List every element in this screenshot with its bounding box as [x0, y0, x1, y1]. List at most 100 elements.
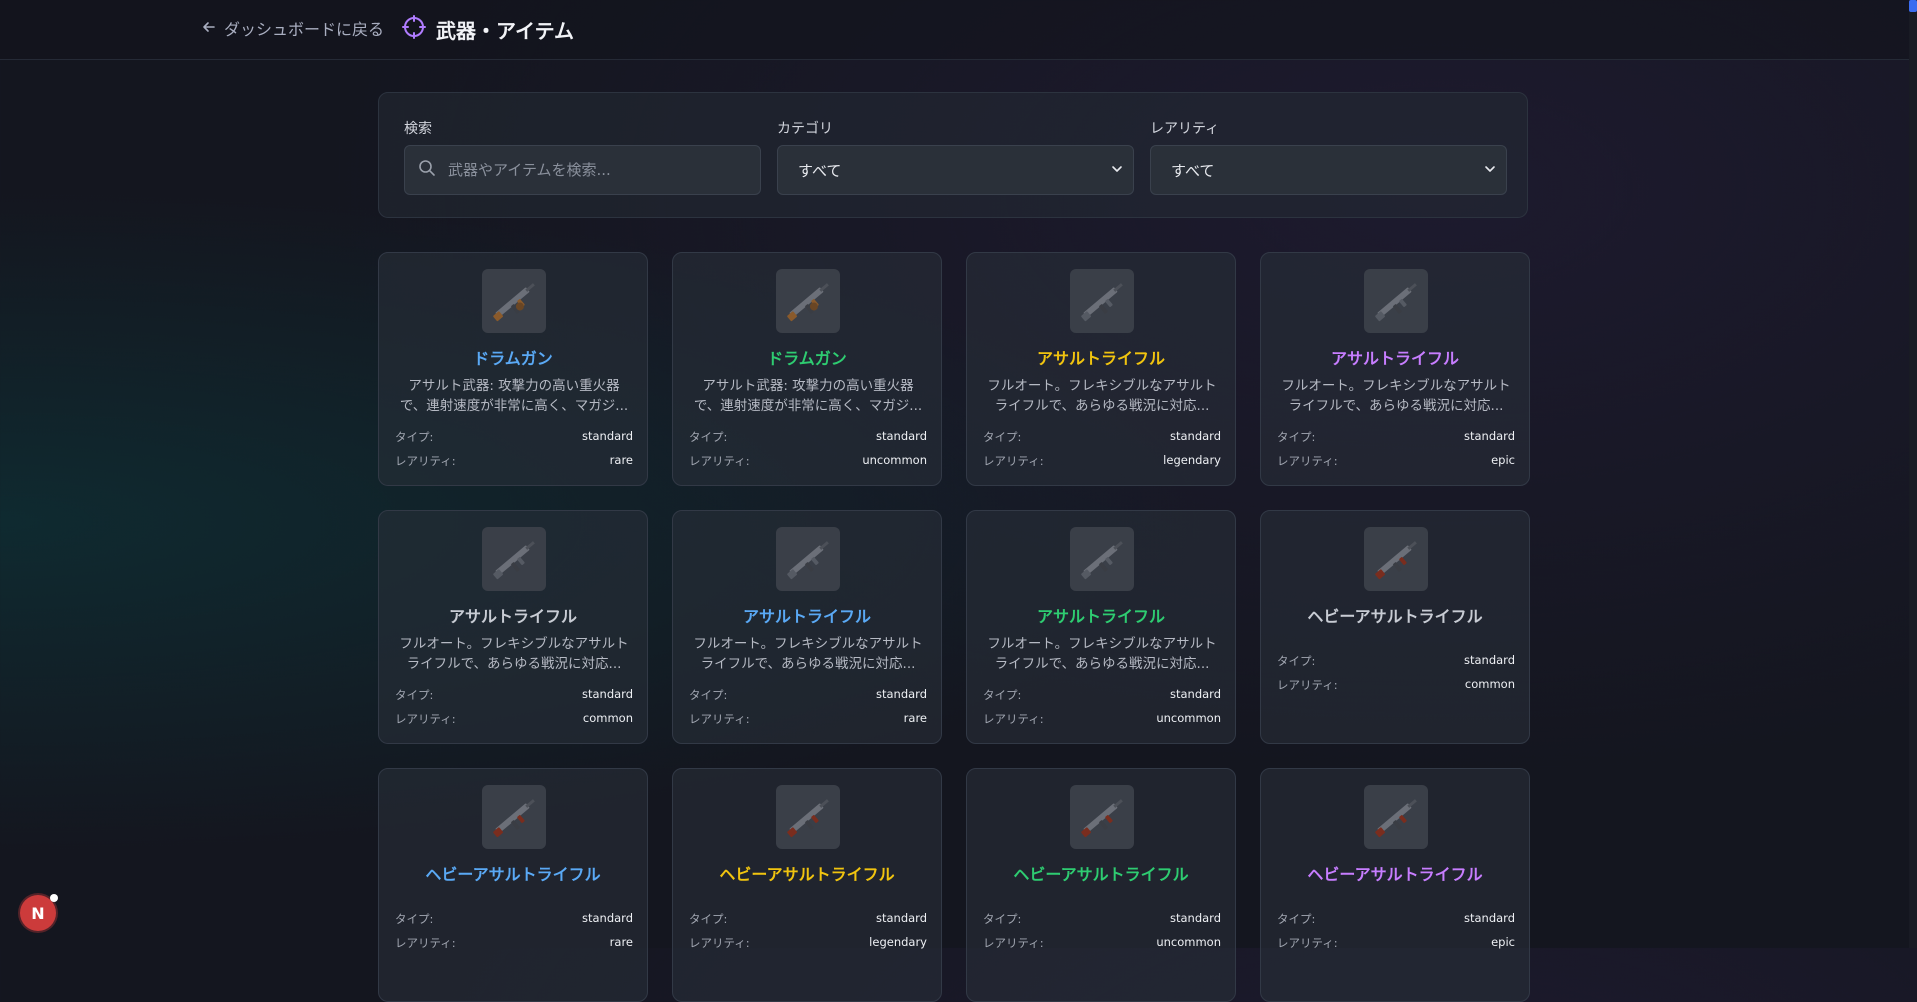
rarity-row: レアリティ: rare — [689, 711, 927, 727]
type-value: standard — [1463, 911, 1515, 925]
item-thumbnail — [482, 269, 546, 333]
assault-rifle-icon — [1070, 541, 1134, 595]
search-label: 検索 — [404, 121, 432, 137]
rarity-label: レアリティ: — [983, 712, 1044, 726]
type-label: タイプ: — [983, 912, 1022, 926]
item-card[interactable]: ヘビーアサルトライフル タイプ: standard レアリティ: rare — [378, 768, 648, 1002]
rarity-label: レアリティ: — [1277, 936, 1338, 950]
type-row: タイプ: standard — [395, 687, 633, 703]
item-name: ヘビーアサルトライフル — [1307, 607, 1483, 626]
type-value: standard — [875, 911, 927, 925]
type-label: タイプ: — [689, 688, 728, 702]
rarity-value: epic — [1491, 935, 1515, 949]
search-field[interactable] — [404, 145, 761, 195]
type-label: タイプ: — [395, 912, 434, 926]
rarity-label: レアリティ: — [689, 936, 750, 950]
rarity-row: レアリティ: uncommon — [689, 453, 927, 469]
chevron-down-icon — [1484, 161, 1496, 179]
arrow-left-icon — [202, 19, 216, 38]
search-input[interactable] — [446, 160, 740, 180]
rarity-label: レアリティ: — [1277, 678, 1338, 692]
chevron-down-icon — [1111, 161, 1123, 179]
item-thumbnail — [1070, 527, 1134, 591]
item-name: ドラムガン — [473, 349, 553, 368]
item-card[interactable]: アサルトライフル フルオート。フレキシブルなアサルトライフルで、あらゆる戦況に対応… — [378, 510, 648, 744]
rarity-label: レアリティ: — [395, 936, 456, 950]
item-card[interactable]: ヘビーアサルトライフル タイプ: standard レアリティ: uncommon — [966, 768, 1236, 1002]
rarity-row: レアリティ: rare — [395, 935, 633, 951]
item-card[interactable]: アサルトライフル フルオート。フレキシブルなアサルトライフルで、あらゆる戦況に対応… — [672, 510, 942, 744]
assault-rifle-icon — [482, 541, 546, 595]
item-description: アサルト武器: 攻撃力の高い重火器で、連射速度が非常に高く、マガジ... — [399, 378, 629, 414]
rarity-value: common — [1464, 677, 1515, 691]
crosshair-icon — [402, 14, 426, 44]
item-description: アサルト武器: 攻撃力の高い重火器で、連射速度が非常に高く、マガジ... — [693, 378, 923, 414]
type-value: standard — [1169, 687, 1221, 701]
type-label: タイプ: — [1277, 430, 1316, 444]
item-thumbnail — [1364, 269, 1428, 333]
rarity-value: uncommon — [1156, 935, 1221, 949]
item-description: フルオート。フレキシブルなアサルトライフルで、あらゆる戦況に対応... — [693, 636, 923, 672]
type-label: タイプ: — [1277, 654, 1316, 668]
item-thumbnail — [482, 785, 546, 849]
rarity-row: レアリティ: common — [395, 711, 633, 727]
item-card[interactable]: ヘビーアサルトライフルタイプ: standard レアリティ: legendary — [672, 768, 942, 1002]
type-value: standard — [875, 429, 927, 443]
item-name: ヘビーアサルトライフル — [719, 865, 895, 884]
item-name: ヘビーアサルトライフル — [1013, 865, 1189, 884]
item-description: フルオート。フレキシブルなアサルトライフルで、あらゆる戦況に対応... — [987, 636, 1217, 672]
type-row: タイプ: standard — [1277, 911, 1515, 927]
rarity-value: rare — [609, 453, 633, 467]
drum-gun-icon — [776, 283, 840, 337]
item-card[interactable]: ドラムガンアサルト武器: 攻撃力の高い重火器で、連射速度が非常に高く、マガジ..… — [672, 252, 942, 486]
rarity-label: レアリティ — [1150, 121, 1220, 137]
rarity-row: レアリティ: legendary — [689, 935, 927, 951]
type-label: タイプ: — [689, 430, 728, 444]
item-name: アサルトライフル — [1036, 349, 1165, 368]
type-value: standard — [875, 687, 927, 701]
item-card[interactable]: ヘビーアサルトライフルタイプ: standard レアリティ: common — [1260, 510, 1530, 744]
rarity-row: レアリティ: common — [1277, 677, 1515, 693]
type-row: タイプ: standard — [689, 429, 927, 445]
heavy-assault-rifle-icon — [776, 799, 840, 853]
item-name: ヘビーアサルトライフル — [1307, 865, 1483, 884]
type-label: タイプ: — [983, 430, 1022, 444]
category-select[interactable]: すべて — [777, 145, 1134, 195]
item-card[interactable]: アサルトライフル フルオート。フレキシブルなアサルトライフルで、あらゆる戦況に対応… — [966, 510, 1236, 744]
item-card[interactable]: ヘビーアサルトライフルタイプ: standard レアリティ: epic — [1260, 768, 1530, 1002]
back-link-label: ダッシュボードに戻る — [224, 20, 385, 39]
scrollbar[interactable] — [1909, 0, 1917, 948]
item-description: フルオート。フレキシブルなアサルトライフルで、あらゆる戦況に対応... — [399, 636, 629, 672]
type-row: タイプ: standard — [983, 687, 1221, 703]
type-label: タイプ: — [395, 688, 434, 702]
category-label: カテゴリ — [777, 121, 833, 137]
item-card[interactable]: アサルトライフル フルオート。フレキシブルなアサルトライフルで、あらゆる戦況に対応… — [966, 252, 1236, 486]
heavy-assault-rifle-icon — [1070, 799, 1134, 853]
rarity-row: レアリティ: uncommon — [983, 711, 1221, 727]
rarity-select[interactable]: すべて — [1150, 145, 1507, 195]
type-row: タイプ: standard — [689, 911, 927, 927]
type-label: タイプ: — [689, 912, 728, 926]
item-thumbnail — [482, 527, 546, 591]
item-card[interactable]: アサルトライフル フルオート。フレキシブルなアサルトライフルで、あらゆる戦況に対応… — [1260, 252, 1530, 486]
item-name: ドラムガン — [767, 349, 847, 368]
type-row: タイプ: standard — [983, 911, 1221, 927]
heavy-assault-rifle-icon — [1364, 541, 1428, 595]
rarity-value: legendary — [1163, 453, 1221, 467]
type-row: タイプ: standard — [1277, 653, 1515, 669]
type-value: standard — [1169, 429, 1221, 443]
notification-dot — [50, 894, 58, 902]
type-row: タイプ: standard — [983, 429, 1221, 445]
type-row: タイプ: standard — [1277, 429, 1515, 445]
dev-tools-badge[interactable]: N — [20, 894, 58, 931]
type-value: standard — [581, 429, 633, 443]
item-card[interactable]: ドラムガンアサルト武器: 攻撃力の高い重火器で、連射速度が非常に高く、マガジ..… — [378, 252, 648, 486]
rarity-row: レアリティ: legendary — [983, 453, 1221, 469]
rarity-label: レアリティ: — [689, 454, 750, 468]
rarity-value: rare — [903, 711, 927, 725]
type-label: タイプ: — [1277, 912, 1316, 926]
item-name: アサルトライフル — [1330, 349, 1459, 368]
back-to-dashboard-link[interactable]: ダッシュボードに戻る — [202, 17, 384, 39]
scrollbar-thumb[interactable] — [1909, 0, 1917, 12]
rarity-value: epic — [1491, 453, 1515, 467]
